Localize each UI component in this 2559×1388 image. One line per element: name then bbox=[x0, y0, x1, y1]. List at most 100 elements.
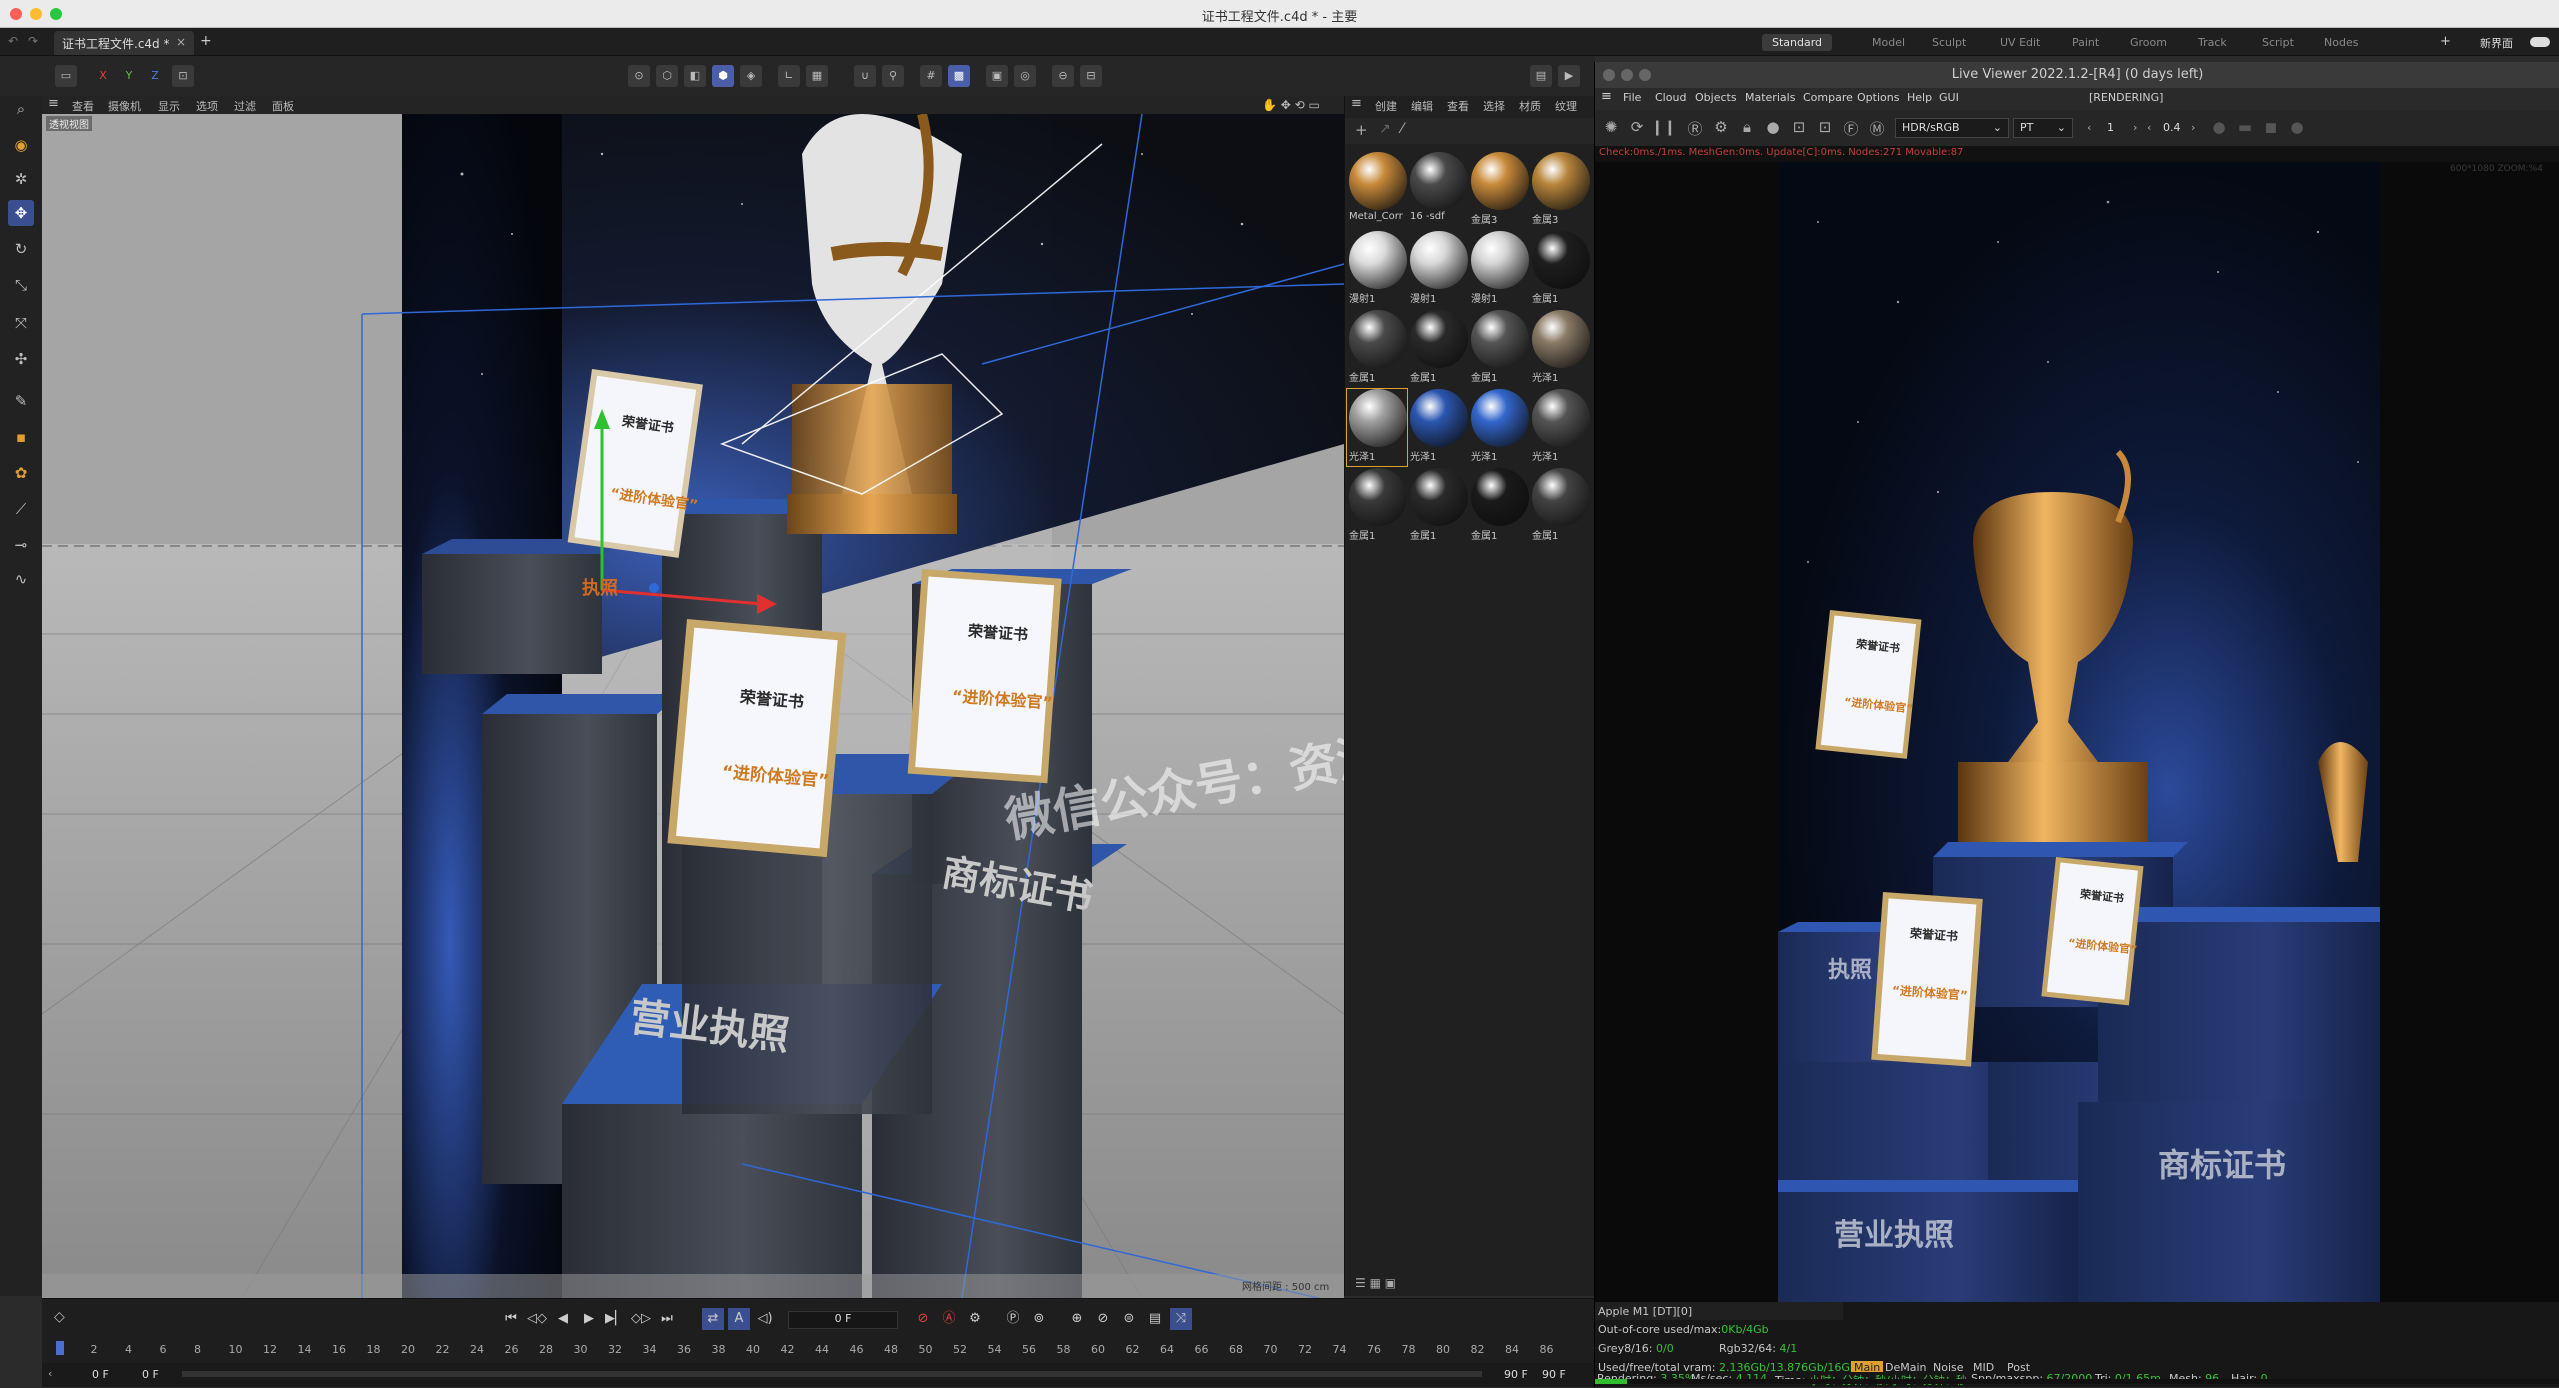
scale-tool-icon[interactable]: ⤡ bbox=[8, 272, 34, 298]
add-layout-button[interactable]: + bbox=[2440, 34, 2451, 49]
preview-end-field[interactable]: 90 F bbox=[1504, 1368, 1528, 1381]
lv-menu-options[interactable]: Options bbox=[1857, 91, 1899, 104]
colorspace-select[interactable]: HDR/sRGB ⌄ bbox=[1895, 118, 2009, 138]
eyedropper-icon[interactable]: ⁄ bbox=[1401, 121, 1403, 137]
lv-menu-materials[interactable]: Materials bbox=[1745, 91, 1795, 104]
material-swatch[interactable]: 金属1 bbox=[1347, 310, 1407, 387]
menu-view[interactable]: 查看 bbox=[72, 98, 94, 114]
polygons-mode-icon[interactable]: ◧ bbox=[684, 65, 706, 87]
increment-icon[interactable]: › bbox=[2133, 121, 2137, 134]
playhead[interactable] bbox=[56, 1341, 64, 1355]
lv-menu-help[interactable]: Help bbox=[1907, 91, 1932, 104]
pause-icon[interactable]: ❙❙ bbox=[1651, 118, 1676, 140]
prev-frame-icon[interactable]: ◀ bbox=[552, 1308, 574, 1330]
material-swatch[interactable]: 漫射1 bbox=[1347, 231, 1407, 308]
material-swatch[interactable]: 金属1 bbox=[1530, 231, 1590, 308]
layout-tab-track[interactable]: Track bbox=[2188, 34, 2237, 51]
render-region-icon[interactable]: ▣ bbox=[986, 65, 1008, 87]
sound-icon[interactable]: ◁) bbox=[754, 1308, 776, 1330]
timeline-ruler[interactable]: 0246810121416182022242628303234363840424… bbox=[56, 1343, 1556, 1359]
layout-tab-uv-edit[interactable]: UV Edit bbox=[1990, 34, 2050, 51]
value-field-2[interactable]: 0.4 bbox=[2163, 121, 2181, 134]
value-field-1[interactable]: 1 bbox=[2107, 121, 2114, 134]
loop-icon[interactable]: ⇄ bbox=[702, 1308, 724, 1330]
hamburger-icon[interactable]: ≡ bbox=[1601, 89, 1612, 104]
add-material-icon[interactable]: + bbox=[1355, 121, 1368, 139]
object-mode-icon[interactable]: ◈ bbox=[740, 65, 762, 87]
document-tab[interactable]: 证书工程文件.c4d * × bbox=[54, 31, 194, 55]
camera-icon[interactable]: ◼ bbox=[2259, 118, 2283, 140]
render-view-icon[interactable]: ◎ bbox=[1014, 65, 1036, 87]
pick-focus-icon[interactable]: ⊡ bbox=[1787, 118, 1811, 140]
lv-menu-gui[interactable]: GUI bbox=[1939, 91, 1959, 104]
material-swatch[interactable]: 漫射1 bbox=[1408, 231, 1468, 308]
motion-track-icon[interactable]: ▤ bbox=[1144, 1308, 1166, 1330]
render-view[interactable]: 荣誉证书 “进阶体验官” 荣誉证书 “进阶体验官” 荣誉证书 “进阶体验官” 执… bbox=[1778, 162, 2380, 1302]
menu-camera[interactable]: 摄像机 bbox=[108, 98, 141, 114]
menu-display[interactable]: 显示 bbox=[158, 98, 180, 114]
undo-icon[interactable]: ▭ bbox=[55, 65, 77, 87]
pick-white-balance-icon[interactable]: ⊡ bbox=[1813, 118, 1837, 140]
material-ball-icon[interactable]: ● bbox=[1761, 118, 1785, 140]
material-swatch[interactable]: 金属3 bbox=[1530, 152, 1590, 229]
record-position-icon[interactable]: Ⓟ bbox=[1002, 1308, 1024, 1330]
texture-mode-icon[interactable]: ▦ bbox=[806, 65, 828, 87]
picture-viewer-icon[interactable]: ⊟ bbox=[1080, 65, 1102, 87]
search-icon[interactable]: ⌕ bbox=[8, 96, 34, 122]
hamburger-icon[interactable]: ≡ bbox=[48, 96, 59, 111]
axis-tool-icon[interactable]: ✣ bbox=[8, 346, 34, 372]
sphere-icon[interactable]: ● bbox=[2285, 118, 2309, 140]
mat-menu-create[interactable]: 创建 bbox=[1375, 98, 1397, 114]
go-to-end-icon[interactable]: ⏭ bbox=[656, 1308, 678, 1330]
record-scale-icon[interactable]: ⊕ bbox=[1066, 1308, 1088, 1330]
focus-icon[interactable]: Ⓕ bbox=[1839, 118, 1863, 140]
render-settings-icon[interactable]: ⊖ bbox=[1052, 65, 1074, 87]
keyframe-icon[interactable]: ◇ bbox=[54, 1309, 65, 1325]
layout-tab-groom[interactable]: Groom bbox=[2120, 34, 2177, 51]
z-axis-lock[interactable]: Z bbox=[144, 65, 166, 87]
rotate-tool-icon[interactable]: ↻ bbox=[8, 236, 34, 262]
move-tool-icon[interactable]: ✥ bbox=[8, 200, 34, 226]
redo-icon[interactable]: ↷ bbox=[28, 34, 38, 48]
lv-minimize-button[interactable] bbox=[1621, 69, 1633, 81]
menu-filter[interactable]: 过滤 bbox=[234, 98, 256, 114]
region-render-icon[interactable]: Ⓡ bbox=[1683, 118, 1707, 140]
close-tab-icon[interactable]: × bbox=[176, 35, 186, 49]
settings-gear-icon[interactable]: ⚙ bbox=[1709, 118, 1733, 140]
go-to-start-icon[interactable]: ⏮ bbox=[500, 1308, 522, 1330]
interpolation-icon[interactable]: ⤨ bbox=[1170, 1308, 1192, 1330]
edges-mode-icon[interactable]: ⬡ bbox=[656, 65, 678, 87]
undo-icon[interactable]: ↶ bbox=[8, 34, 18, 48]
preview-start-field[interactable]: 0 F bbox=[142, 1368, 159, 1381]
brush-icon[interactable]: ⟋ bbox=[8, 496, 34, 522]
ui-toggle[interactable] bbox=[2530, 37, 2550, 47]
knife-icon[interactable]: ⊸ bbox=[8, 532, 34, 558]
material-swatch[interactable]: 光泽1 bbox=[1408, 389, 1468, 466]
material-swatch[interactable]: 光泽1 bbox=[1346, 388, 1408, 467]
material-swatch[interactable]: 金属1 bbox=[1469, 468, 1529, 545]
layout-tab-model[interactable]: Model bbox=[1862, 34, 1915, 51]
material-pick-icon[interactable]: Ⓜ bbox=[1865, 118, 1889, 140]
material-swatch[interactable]: 金属1 bbox=[1408, 310, 1468, 387]
perspective-viewport[interactable]: 透视视图 网格间距 : 500 cm 荣誉证书 “进阶体验官” 荣誉证书 “进阶… bbox=[42, 114, 1344, 1298]
clay-mode-icon[interactable]: ● bbox=[2207, 118, 2231, 140]
cloner-icon[interactable]: ✿ bbox=[8, 460, 34, 486]
render-to-viewer-icon[interactable]: ▤ bbox=[1530, 65, 1552, 87]
grid-icon[interactable]: # bbox=[920, 65, 942, 87]
prev-key-icon[interactable]: ◁◇ bbox=[526, 1308, 548, 1330]
layout-tab-script[interactable]: Script bbox=[2252, 34, 2304, 51]
material-swatch[interactable]: 光泽1 bbox=[1469, 389, 1529, 466]
lv-menu-compare[interactable]: Compare bbox=[1803, 91, 1853, 104]
mat-menu-view[interactable]: 查看 bbox=[1447, 98, 1469, 114]
mat-menu-edit[interactable]: 编辑 bbox=[1411, 98, 1433, 114]
material-swatch[interactable]: 金属1 bbox=[1408, 468, 1468, 545]
select-icon[interactable]: ◉ bbox=[8, 132, 34, 158]
layout-tab-sculpt[interactable]: Sculpt bbox=[1922, 34, 1976, 51]
render-active-view-icon[interactable]: ▶ bbox=[1558, 65, 1580, 87]
range-start-field[interactable]: 0 F bbox=[92, 1368, 109, 1381]
new-tab-button[interactable]: + bbox=[200, 33, 212, 49]
hamburger-icon[interactable]: ≡ bbox=[1351, 96, 1362, 111]
menu-options[interactable]: 选项 bbox=[196, 98, 218, 114]
current-frame-field[interactable]: 0 F bbox=[788, 1311, 898, 1329]
magnet-icon[interactable]: ∪ bbox=[854, 65, 876, 87]
